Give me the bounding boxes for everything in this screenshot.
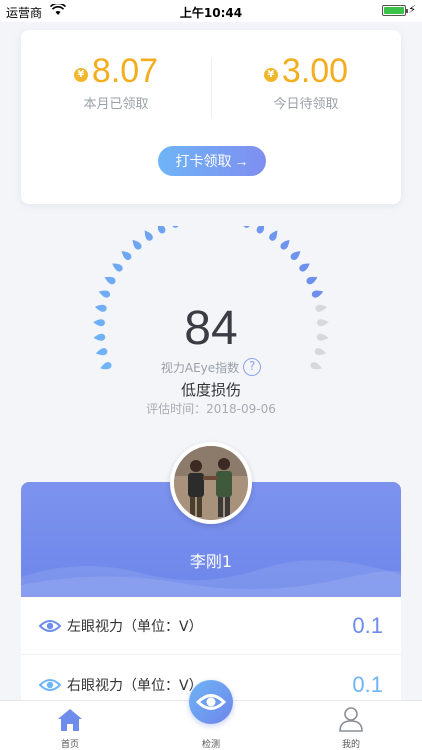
gauge-date: 评估时间：2018-09-06 — [146, 402, 276, 416]
avatar[interactable] — [170, 442, 252, 524]
today-pending-value: 3.00 — [281, 52, 349, 90]
user-icon — [339, 707, 363, 732]
gauge-index-label: 视力AEye指数 — [160, 360, 240, 375]
gauge-score: 84 — [184, 302, 238, 355]
arrow-right-icon: → — [234, 153, 249, 169]
month-received-value: 8.07 — [91, 52, 159, 90]
gauge-drop — [306, 276, 318, 285]
gauge-drop — [112, 263, 123, 272]
gauge-label-row: 视力AEye指数 ? — [0, 358, 422, 376]
tab-detect-label: 检测 — [201, 740, 220, 750]
left-eye-value: 0.1 — [352, 612, 383, 638]
gauge-drop — [280, 239, 290, 250]
vision-index-gauge: 84 视力AEye指数 ? 低度损伤 评估时间：2018-09-06 — [0, 226, 422, 426]
tab-home-label: 首页 — [60, 740, 79, 750]
detect-button[interactable] — [189, 680, 233, 724]
gauge-drop — [157, 226, 166, 234]
gauge-drop — [299, 263, 310, 272]
gauge-drop — [98, 290, 111, 298]
profile-name: 李刚1 — [189, 552, 233, 571]
gauge-drop — [290, 251, 301, 260]
gauge-drop — [121, 251, 132, 260]
status-time: 上午10:44 — [179, 6, 243, 20]
eye-icon — [195, 694, 227, 710]
status-bar: 运营商 上午10:44 ⚡ — [0, 0, 422, 22]
help-icon[interactable]: ? — [243, 358, 262, 376]
charging-icon: ⚡ — [408, 3, 416, 16]
coin-icon: ¥ — [73, 67, 88, 82]
today-pending-caption: 今日待领取 — [273, 97, 339, 112]
month-received-caption: 本月已领取 — [83, 97, 149, 112]
tab-mine[interactable]: 我的 — [311, 701, 391, 750]
checkin-label: 打卡领取 — [175, 153, 232, 169]
right-eye-value: 0.1 — [352, 672, 383, 697]
reward-card: ¥ 8.07 本月已领取 ¥ 3.00 今日待领取 打卡领取 → — [21, 30, 401, 204]
month-received-stat: ¥ 8.07 本月已领取 — [21, 52, 211, 112]
gauge-drop — [144, 230, 153, 241]
home-icon — [58, 709, 82, 731]
gauge-level: 低度损伤 — [180, 381, 241, 399]
avatar-photo — [174, 446, 248, 520]
eye-icon — [39, 679, 61, 691]
gauge-drop — [104, 276, 116, 285]
left-eye-row[interactable]: 左眼视力（单位：V） 0.1 — [21, 597, 401, 655]
gauge-drop — [243, 226, 251, 228]
today-pending-stat: ¥ 3.00 今日待领取 — [211, 52, 401, 112]
gauge-drop — [171, 226, 179, 228]
gauge-drop — [311, 290, 324, 298]
gauge-drop — [269, 230, 278, 241]
tab-home[interactable]: 首页 — [30, 701, 110, 750]
left-eye-label: 左眼视力（单位：V） — [67, 618, 203, 635]
battery-icon — [382, 5, 408, 16]
coin-icon: ¥ — [263, 67, 278, 82]
checkin-button[interactable]: 打卡领取 → — [158, 146, 266, 176]
gauge-drop — [132, 239, 142, 250]
gauge-drop — [256, 226, 265, 234]
tab-mine-label: 我的 — [341, 740, 360, 750]
eye-icon — [39, 619, 61, 632]
